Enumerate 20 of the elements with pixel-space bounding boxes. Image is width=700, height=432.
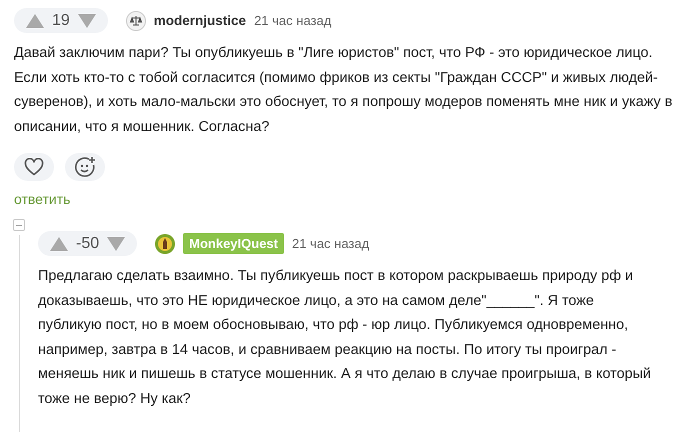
downvote-icon[interactable]: [107, 236, 126, 250]
username-link[interactable]: modernjustice: [154, 13, 246, 28]
avatar-icon[interactable]: [126, 10, 146, 30]
score: 19: [52, 12, 70, 30]
comment-text: Давай заключим пари? Ты опубликуешь в "Лиге юристов" пост, что РФ - это юридическое лицо. Если хоть кто-то с тобой согласится (помимо фриков из секты "Граждан СССР" и живых людей-суверенов), и хоть мало-мальски это обоснует, то я попрошу модеров поменять мне ник и укажу в описании, что я мошенник. Согласна?: [14, 44, 674, 136]
username-link[interactable]: MonkeyIQuest: [183, 233, 284, 254]
heart-icon: [24, 158, 44, 176]
timestamp: 21 час назад: [292, 236, 370, 251]
reply-link[interactable]: ответить: [14, 191, 70, 207]
like-button[interactable]: [14, 153, 54, 181]
smiley-add-icon: [74, 156, 96, 178]
timestamp: 21 час назад: [254, 13, 332, 28]
score: -50: [76, 234, 100, 252]
avatar-icon[interactable]: [155, 234, 176, 254]
collapse-button[interactable]: [13, 219, 25, 231]
reaction-button[interactable]: [65, 153, 105, 181]
downvote-icon[interactable]: [78, 14, 96, 28]
comment-text: Предлагаю сделать взаимно. Ты публикуешь пост в котором раскрываешь природу рф и доказываешь, что это НЕ юридическое лицо, а это на самом деле"______". Я тоже публикую пост, но в моем обосновываю, что рф - юр лицо. Публикуемся одновременно, например, завтра в 14 часов, и сравниваем реакцию на посты. По итогу ты проиграл - меняешь ник и пишешь в статусе мошенник. А я что делаю в случае проигрыша, в который тоже не верю? Ну как?: [38, 267, 652, 408]
upvote-icon[interactable]: [26, 14, 44, 28]
upvote-icon[interactable]: [50, 236, 68, 250]
